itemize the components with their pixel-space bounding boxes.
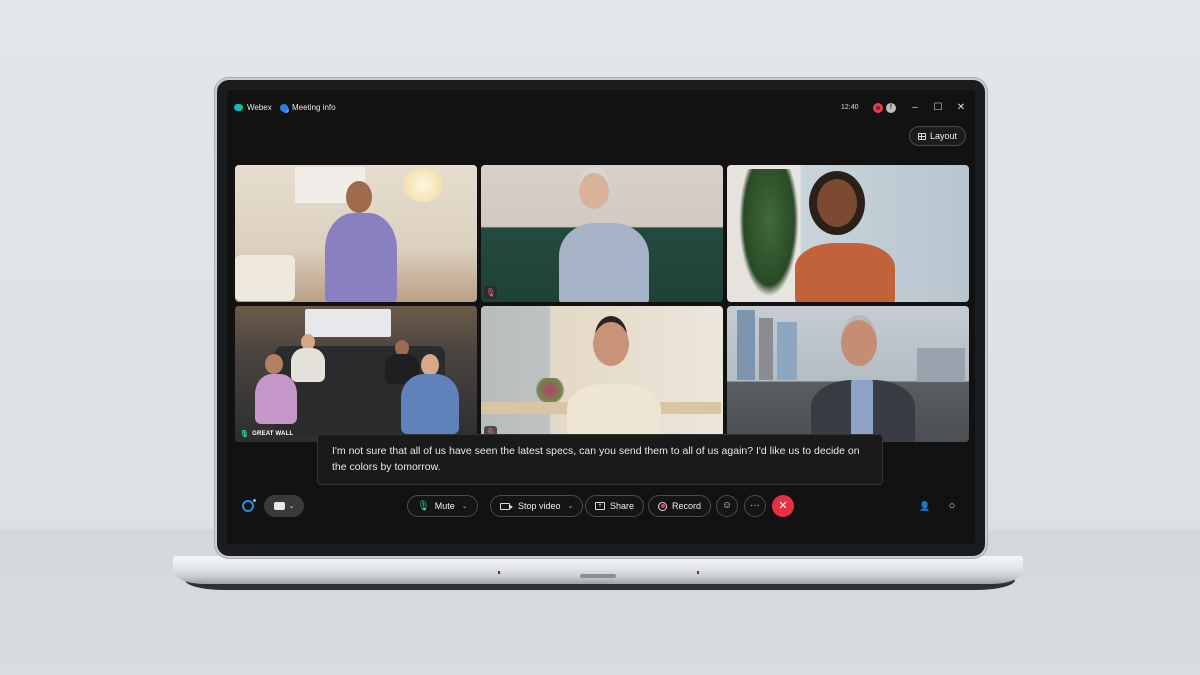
participant-body	[325, 213, 397, 302]
caption-text: I'm not sure that all of us have seen th…	[332, 445, 860, 473]
share-screen-icon: +	[595, 502, 605, 510]
end-call-button[interactable]: ✕	[772, 495, 794, 517]
skyscraper	[737, 309, 755, 380]
participant-face	[841, 319, 877, 366]
video-grid: 🎙 🎙 GREAT WALL 🎙	[235, 165, 969, 442]
meeting-info-label: Meeting info	[292, 103, 336, 112]
participant-body	[291, 347, 325, 382]
chat-icon[interactable]: ○	[945, 499, 959, 513]
close-icon: ✕	[778, 500, 788, 512]
video-feed-office-window	[727, 165, 969, 302]
app-badge-icon[interactable]: f	[886, 103, 896, 113]
room-display	[305, 308, 391, 337]
title-bar: Webex Meeting info 12:40 f – ☐ ✕	[227, 90, 975, 130]
laptop-base-dot	[498, 571, 500, 574]
participant-name-label: 🎙 GREAT WALL	[240, 430, 293, 438]
recording-indicator-icon[interactable]	[873, 103, 883, 113]
microphone-icon: 🎙	[417, 500, 430, 512]
video-feed-city-skyline	[727, 305, 969, 442]
reactions-button[interactable]: ☺	[716, 495, 738, 517]
flowers	[533, 377, 567, 402]
laptop-notch	[580, 574, 616, 578]
share-button[interactable]: + Share	[585, 495, 645, 517]
mute-label: Mute	[434, 501, 455, 511]
participant-name: GREAT WALL	[252, 431, 294, 437]
video-feed-bedroom	[235, 165, 477, 302]
record-label: Record	[672, 501, 702, 511]
reactions-icon: ☺	[721, 500, 733, 511]
pendant-lamp	[403, 168, 443, 202]
meeting-info-icon	[280, 103, 288, 112]
video-feed-kitchen: 🎙	[481, 305, 723, 442]
skyscraper	[777, 321, 797, 380]
more-options-button[interactable]: ···	[744, 495, 766, 517]
record-icon	[658, 501, 667, 511]
stop-video-label: Stop video	[518, 501, 561, 511]
laptop-base-dot	[697, 571, 699, 574]
video-feed-green-sofa: 🎙	[481, 165, 723, 302]
grid-layout-icon	[918, 132, 926, 140]
share-label: Share	[610, 501, 635, 511]
ai-assistant-icon[interactable]	[242, 499, 256, 512]
chevron-down-icon[interactable]: ⌄	[568, 502, 574, 510]
mic-on-icon: 🎙	[240, 431, 250, 438]
participant-tile[interactable]	[235, 165, 477, 302]
participant-tile[interactable]	[727, 305, 969, 442]
participant-tile[interactable]: 🎙	[481, 165, 723, 302]
participant-body	[255, 373, 297, 424]
participant-tile[interactable]	[727, 165, 969, 302]
mute-button[interactable]: 🎙 Mute ⌄	[407, 495, 478, 517]
app-brand: Webex	[234, 103, 272, 112]
app-name: Webex	[247, 103, 272, 112]
closed-captions-button[interactable]: ⌄	[264, 495, 304, 517]
video-camera-icon	[500, 502, 513, 510]
stop-video-button[interactable]: Stop video ⌄	[490, 495, 584, 517]
close-window-button[interactable]: ✕	[953, 100, 969, 116]
participant-body	[795, 243, 895, 302]
webex-window: Webex Meeting info 12:40 f – ☐ ✕ Layout	[227, 90, 975, 544]
laptop-base	[173, 556, 1023, 584]
participant-face	[421, 353, 439, 376]
participant-face	[346, 181, 372, 213]
bed	[235, 255, 295, 301]
muted-mic-icon: 🎙	[484, 285, 497, 299]
laptop-lid: Webex Meeting info 12:40 f – ☐ ✕ Layout	[215, 78, 987, 558]
video-feed-meeting-room: 🎙 GREAT WALL	[235, 305, 477, 442]
participant-face	[593, 321, 629, 366]
captions-icon	[273, 502, 285, 510]
layout-button[interactable]: Layout	[909, 126, 967, 146]
chevron-down-icon[interactable]: ⌄	[462, 502, 468, 510]
minimize-button[interactable]: –	[907, 100, 923, 116]
webex-logo-icon	[234, 104, 243, 111]
participant-shirt	[851, 379, 873, 440]
participant-face	[265, 353, 283, 374]
plant	[739, 169, 799, 297]
participants-icon[interactable]: 👤	[918, 499, 932, 513]
closed-caption-box: I'm not sure that all of us have seen th…	[317, 434, 883, 485]
participant-face	[579, 173, 609, 209]
participant-body	[559, 223, 649, 302]
maximize-button[interactable]: ☐	[930, 100, 946, 116]
participant-tile-active-speaker[interactable]: 🎙 GREAT WALL	[235, 305, 477, 442]
meeting-info-button[interactable]: Meeting info	[280, 103, 336, 112]
participant-body	[401, 373, 459, 434]
skyscraper	[759, 317, 773, 380]
participant-face	[817, 179, 857, 227]
skyscraper	[917, 347, 965, 382]
participant-tile[interactable]: 🎙	[481, 305, 723, 442]
meeting-controls: ⌄ 🎙 Mute ⌄ Stop video ⌄ + Share Record ☺…	[227, 492, 975, 520]
meeting-clock: 12:40	[841, 104, 859, 111]
chevron-down-icon: ⌄	[288, 503, 295, 510]
more-icon: ···	[750, 500, 760, 511]
layout-label: Layout	[930, 131, 958, 141]
record-button[interactable]: Record	[648, 495, 712, 517]
